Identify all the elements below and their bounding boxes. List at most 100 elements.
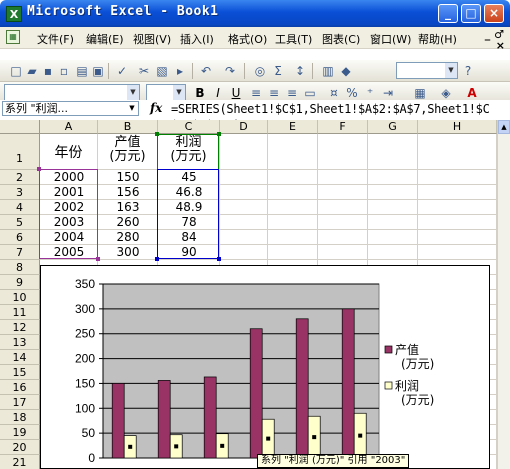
row-header-19[interactable]: 19 xyxy=(0,425,40,440)
permission-icon[interactable]: ▫ xyxy=(56,63,72,79)
row-header-3[interactable]: 3 xyxy=(0,185,40,200)
row-header-4[interactable]: 4 xyxy=(0,200,40,215)
hyperlink-icon[interactable]: ◎ xyxy=(252,63,268,79)
range-handle[interactable] xyxy=(155,132,159,136)
bar-output[interactable] xyxy=(203,376,217,459)
range-handle[interactable] xyxy=(217,257,221,261)
column-header-a[interactable]: A xyxy=(40,120,98,134)
font-size-combo[interactable]: ▼ xyxy=(146,84,186,101)
row-header-12[interactable]: 12 xyxy=(0,320,40,335)
spelling-icon[interactable]: ✓ xyxy=(114,63,130,79)
name-box[interactable]: 系列 "利润... xyxy=(2,101,139,116)
cell-c3[interactable]: 46.8 xyxy=(158,185,220,200)
row-header-9[interactable]: 9 xyxy=(0,275,40,290)
row-header-10[interactable]: 10 xyxy=(0,290,40,305)
cell-b6[interactable]: 280 xyxy=(98,230,158,245)
cell-a3[interactable]: 2001 xyxy=(40,185,98,200)
row-header-5[interactable]: 5 xyxy=(0,215,40,230)
row-header-7[interactable]: 7 xyxy=(0,245,40,260)
align-right-icon[interactable]: ≡ xyxy=(284,85,300,101)
percent-icon[interactable]: % xyxy=(344,85,360,101)
workbook-icon[interactable]: ▦ xyxy=(6,30,20,44)
underline-button[interactable]: U xyxy=(228,85,244,101)
row-header-20[interactable]: 20 xyxy=(0,440,40,455)
drawing-icon[interactable]: ◆ xyxy=(338,63,354,79)
sort-icon[interactable]: ↕ xyxy=(292,63,308,79)
print-preview-icon[interactable]: ▣ xyxy=(90,63,106,79)
align-left-icon[interactable]: ≡ xyxy=(248,85,264,101)
fx-icon[interactable]: fx xyxy=(150,101,162,115)
font-name-combo[interactable]: ▼ xyxy=(4,84,140,101)
row-header-2[interactable]: 2 xyxy=(0,170,40,185)
row-header-18[interactable]: 18 xyxy=(0,410,40,425)
cell-c4[interactable]: 48.9 xyxy=(158,200,220,215)
chevron-down-icon[interactable]: ▼ xyxy=(127,102,137,115)
currency-icon[interactable]: ¤ xyxy=(326,85,342,101)
bar-output[interactable] xyxy=(341,308,355,459)
cell-a2[interactable]: 2000 xyxy=(40,170,98,185)
autosum-icon[interactable]: Σ xyxy=(270,63,286,79)
cell-a7[interactable]: 2005 xyxy=(40,245,98,260)
chart-canvas[interactable]: 050100150200250300350产值(万元)利润(万元) xyxy=(41,266,489,468)
cell-b1[interactable]: 产值 (万元) xyxy=(98,136,157,170)
decimal-icon[interactable]: ⁺ xyxy=(362,85,378,101)
undo-icon[interactable]: ↶ xyxy=(198,63,214,79)
row-header-1[interactable]: 1 xyxy=(0,134,40,170)
range-handle[interactable] xyxy=(37,167,41,171)
bar-output[interactable] xyxy=(157,380,171,459)
scroll-up-icon[interactable]: ▲ xyxy=(498,120,510,134)
column-header-c[interactable]: C xyxy=(158,120,220,134)
cell-c6[interactable]: 84 xyxy=(158,230,220,245)
minimize-button[interactable]: _ xyxy=(438,4,458,23)
column-header-e[interactable]: E xyxy=(268,120,318,134)
menu-file[interactable]: 文件(F) xyxy=(37,31,74,47)
row-header-11[interactable]: 11 xyxy=(0,305,40,320)
cell-b5[interactable]: 260 xyxy=(98,215,158,230)
cell-c2[interactable]: 45 xyxy=(158,170,220,185)
open-icon[interactable]: ▰ xyxy=(24,63,40,79)
menu-edit[interactable]: 编辑(E) xyxy=(86,31,124,47)
font-color-icon[interactable]: A xyxy=(464,85,480,101)
save-icon[interactable]: ▪ xyxy=(40,63,56,79)
select-all-corner[interactable] xyxy=(0,120,40,134)
excel-app-icon[interactable]: X xyxy=(6,6,22,22)
fill-color-icon[interactable]: ◈ xyxy=(438,85,454,101)
cell-c1[interactable]: 利润 (万元) xyxy=(158,136,219,170)
column-header-g[interactable]: G xyxy=(368,120,418,134)
close-button[interactable]: × xyxy=(484,4,504,23)
zoom-combo[interactable]: ▼ xyxy=(396,62,458,79)
range-handle[interactable] xyxy=(96,257,100,261)
help-icon[interactable]: ? xyxy=(460,63,476,79)
italic-button[interactable]: I xyxy=(210,85,226,101)
cell-b7[interactable]: 300 xyxy=(98,245,158,260)
merge-center-icon[interactable]: ▭ xyxy=(302,85,318,101)
redo-icon[interactable]: ↷ xyxy=(222,63,238,79)
cell-b3[interactable]: 156 xyxy=(98,185,158,200)
menu-chart[interactable]: 图表(C) xyxy=(322,31,360,47)
cell-a5[interactable]: 2003 xyxy=(40,215,98,230)
row-header-6[interactable]: 6 xyxy=(0,230,40,245)
indent-icon[interactable]: ⇥ xyxy=(380,85,396,101)
chart-wizard-icon[interactable]: ▥ xyxy=(320,63,336,79)
new-icon[interactable]: □ xyxy=(8,63,24,79)
cell-b2[interactable]: 150 xyxy=(98,170,158,185)
row-header-14[interactable]: 14 xyxy=(0,350,40,365)
print-icon[interactable]: ▤ xyxy=(74,63,90,79)
paste-icon[interactable]: ▧ xyxy=(154,63,170,79)
row-header-16[interactable]: 16 xyxy=(0,380,40,395)
row-header-17[interactable]: 17 xyxy=(0,395,40,410)
range-handle[interactable] xyxy=(217,132,221,136)
row-header-8[interactable]: 8 xyxy=(0,260,40,275)
cell-c5[interactable]: 78 xyxy=(158,215,220,230)
cell-a6[interactable]: 2004 xyxy=(40,230,98,245)
bar-output[interactable] xyxy=(295,318,309,459)
embedded-chart[interactable]: 0 50 100 150 200 250 300 350 产值 (万元) 利润 (万元) xyxy=(40,265,490,469)
workbook-close-button[interactable]: × xyxy=(496,39,505,52)
menu-help[interactable]: 帮助(H) xyxy=(418,31,457,47)
align-center-icon[interactable]: ≡ xyxy=(266,85,282,101)
row-header-15[interactable]: 15 xyxy=(0,365,40,380)
borders-icon[interactable]: ▦ xyxy=(412,85,428,101)
bar-output[interactable] xyxy=(111,383,125,459)
cell-a1[interactable]: 年份 xyxy=(40,136,97,170)
format-painter-icon[interactable]: ▸ xyxy=(172,63,188,79)
